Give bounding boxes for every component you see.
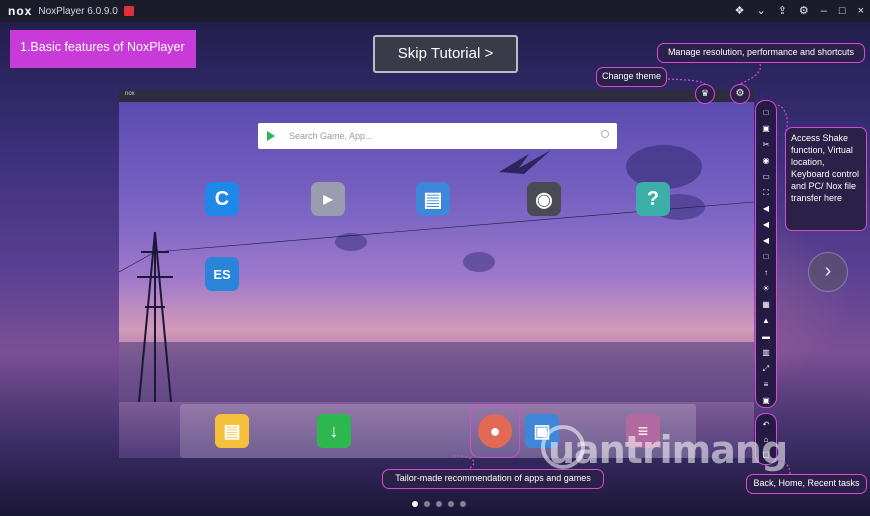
page-dot[interactable] [460, 501, 466, 507]
page-indicator [412, 501, 466, 507]
page-dot[interactable] [424, 501, 430, 507]
page-dot[interactable] [412, 501, 418, 507]
page-dot[interactable] [436, 501, 442, 507]
callout-arrows [451, 63, 791, 475]
tutorial-screen: nox NoxPlayer 6.0.9.0 ❖ ⌄ ⇪ ⚙ – □ × nox [0, 0, 870, 516]
page-dot[interactable] [448, 501, 454, 507]
